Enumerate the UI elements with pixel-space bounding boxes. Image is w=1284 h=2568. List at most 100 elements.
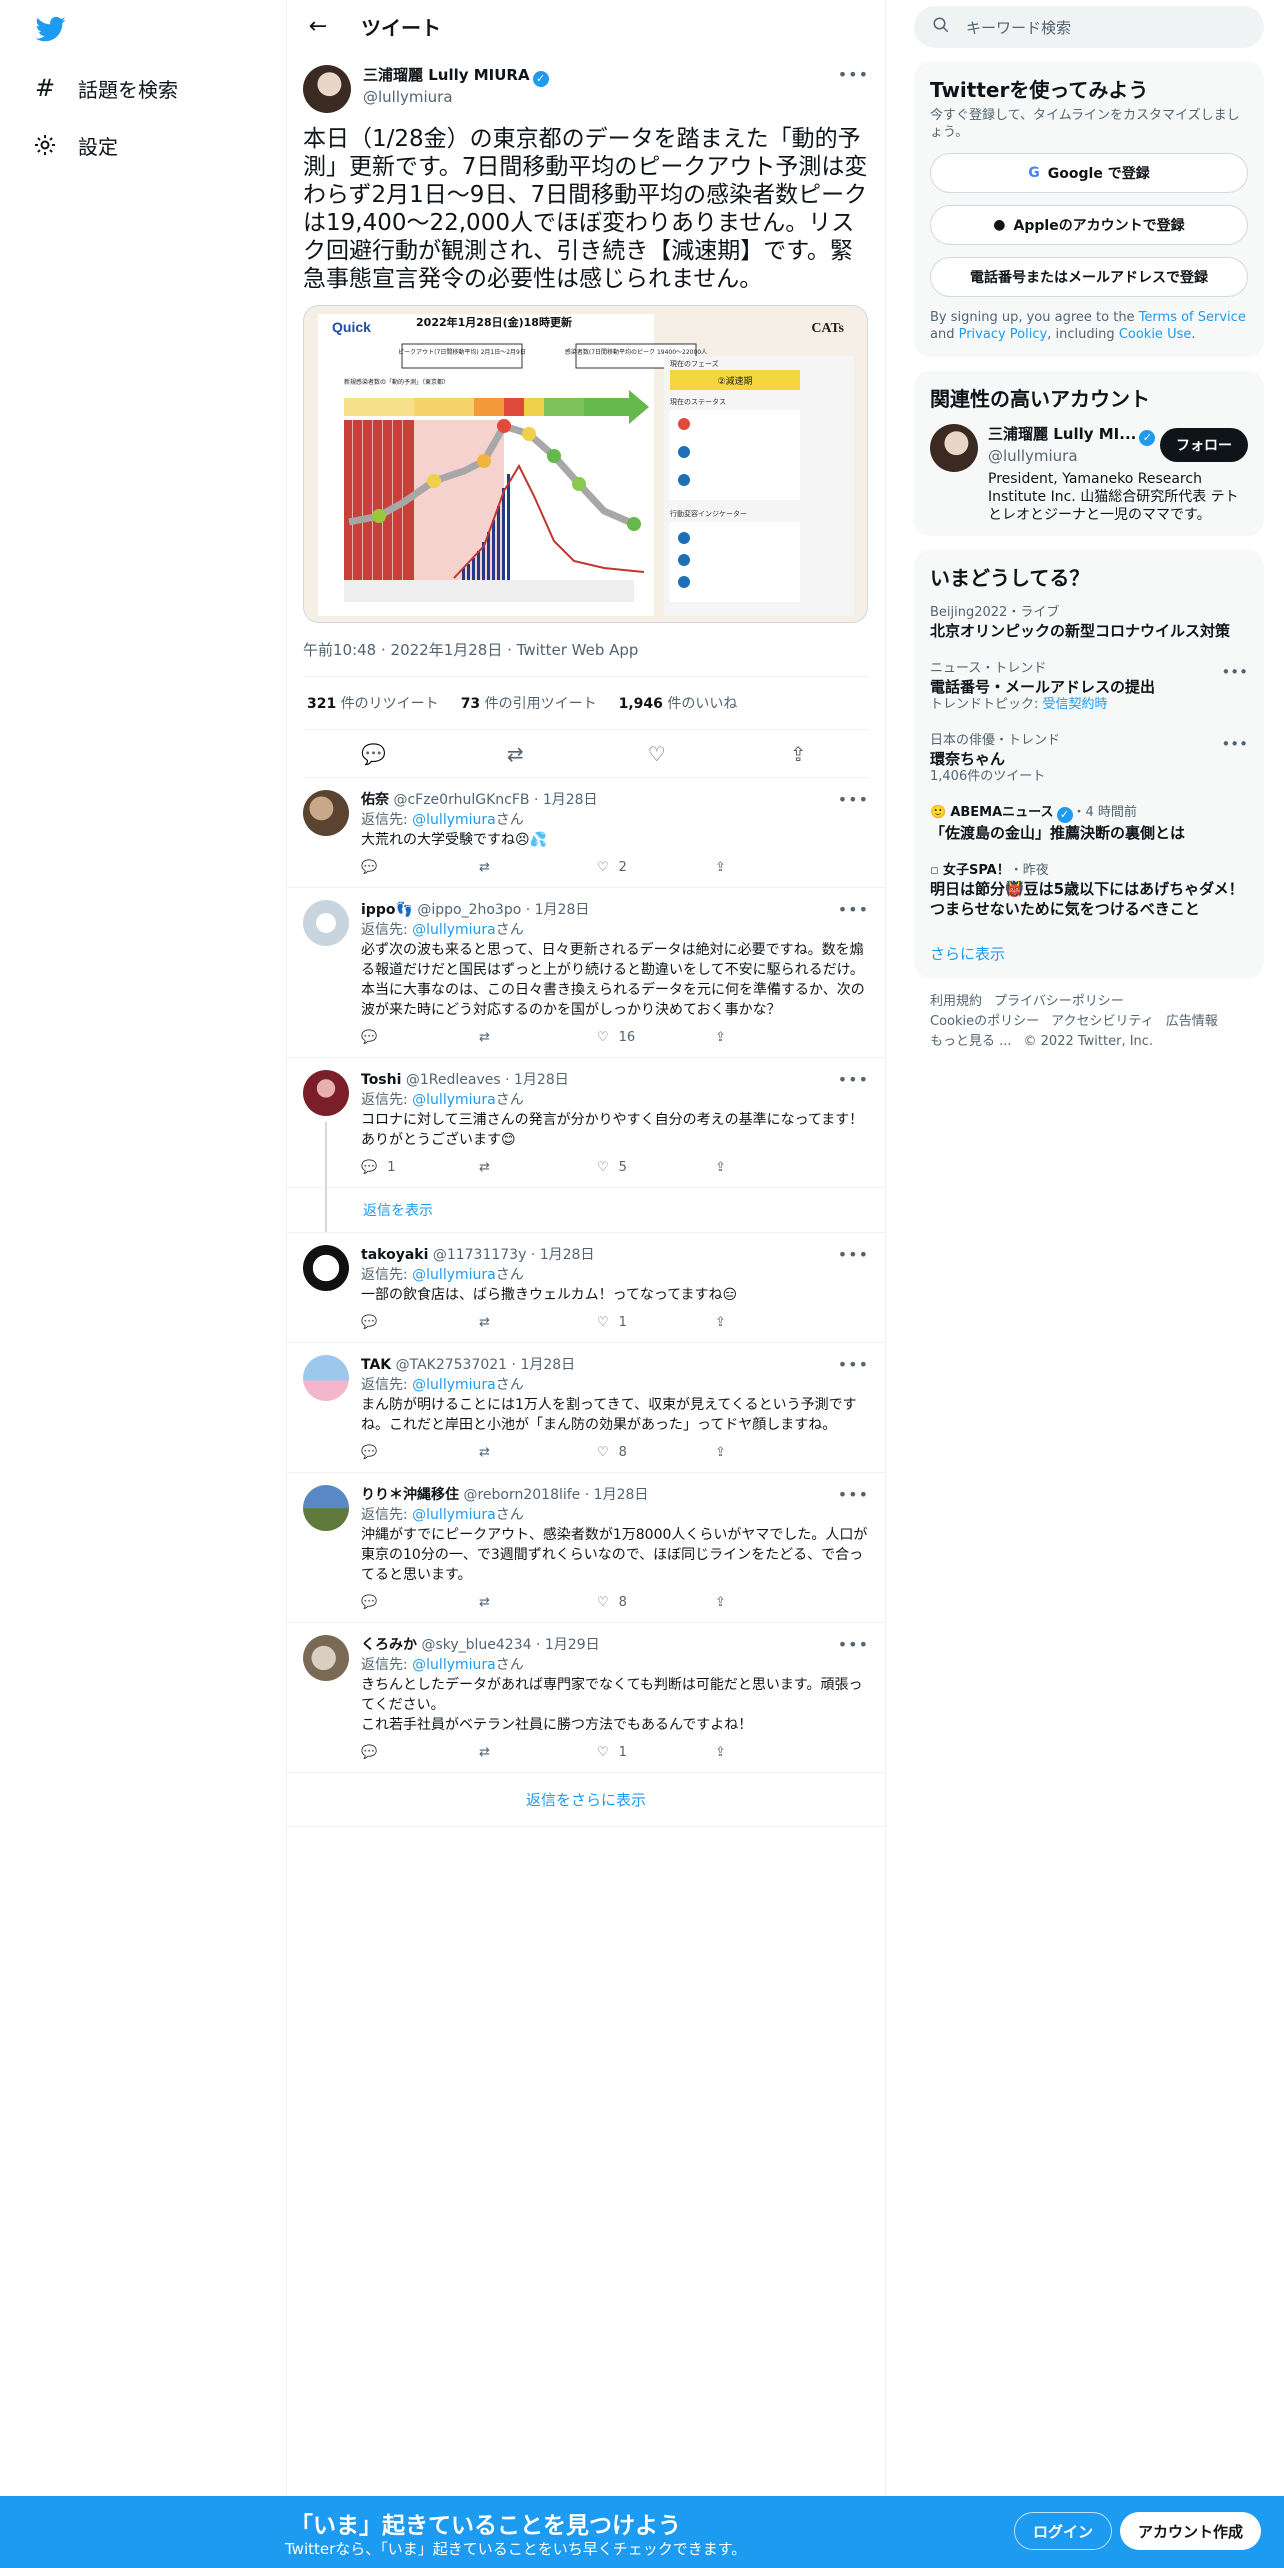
reply-to-link[interactable]: @lullymiura bbox=[412, 1267, 496, 1283]
footer-link[interactable]: もっと見る ... bbox=[930, 1034, 1012, 1049]
nav-explore[interactable]: # 話題を検索 bbox=[32, 68, 178, 108]
reply-button[interactable]: 💬 bbox=[361, 1745, 479, 1760]
terms-link[interactable]: Terms of Service bbox=[1139, 310, 1246, 325]
nav-settings[interactable]: 設定 bbox=[32, 125, 118, 165]
related-account[interactable]: 三浦瑠麗 Lully MI... ✓ @lullymiura フォロー Presi… bbox=[914, 416, 1264, 536]
more-options-icon[interactable]: ••• bbox=[838, 1485, 869, 1505]
more-options-icon[interactable]: ••• bbox=[838, 1355, 869, 1375]
author-display-name[interactable]: 三浦瑠麗 Lully MIURA bbox=[363, 66, 530, 84]
more-options-icon[interactable]: ••• bbox=[838, 900, 869, 920]
tweet-timestamp[interactable]: 午前10:48 · 2022年1月28日 · Twitter Web App bbox=[303, 623, 869, 677]
cookie-link[interactable]: Cookie Use bbox=[1119, 327, 1192, 342]
reply-to-link[interactable]: @lullymiura bbox=[412, 812, 496, 828]
avatar[interactable] bbox=[930, 424, 978, 472]
reply-button[interactable]: 💬 bbox=[361, 1315, 479, 1330]
retweet-button[interactable]: ⇄ bbox=[479, 1160, 597, 1175]
reply-date[interactable]: · 1月28日 bbox=[505, 1072, 569, 1088]
related-name[interactable]: 三浦瑠麗 Lully MI... bbox=[988, 425, 1136, 443]
reply-tweet[interactable]: くろみか @sky_blue4234 · 1月29日 ••• 返信先: @lully… bbox=[287, 1623, 885, 1773]
footer-link[interactable]: 利用規約 bbox=[930, 994, 982, 1009]
reply-author-name[interactable]: TAK bbox=[361, 1357, 391, 1373]
show-more-trends-link[interactable]: さらに表示 bbox=[914, 929, 1264, 978]
reply-to-link[interactable]: @lullymiura bbox=[412, 922, 496, 938]
footer-link[interactable]: プライバシーポリシー bbox=[994, 994, 1124, 1009]
follow-button[interactable]: フォロー bbox=[1160, 428, 1248, 462]
trend-item[interactable]: Beijing2022・ライブ 北京オリンピックの新型コロナウイルス対策 bbox=[914, 595, 1264, 651]
reply-date[interactable]: · 1月28日 bbox=[512, 1357, 576, 1373]
more-options-icon[interactable]: ••• bbox=[838, 65, 869, 84]
retweet-button[interactable]: ⇄ bbox=[479, 1315, 597, 1330]
share-button[interactable]: ⇪ bbox=[715, 1315, 833, 1330]
avatar[interactable] bbox=[303, 790, 349, 836]
reply-date[interactable]: · 1月28日 bbox=[531, 1247, 595, 1263]
reply-author-handle[interactable]: @sky_blue4234 bbox=[421, 1637, 531, 1653]
reply-author-name[interactable]: りり＊沖縄移住 bbox=[361, 1487, 459, 1503]
retweet-count[interactable]: 321 件のリツイート bbox=[307, 693, 439, 713]
more-options-icon[interactable]: ••• bbox=[838, 1635, 869, 1655]
reply-tweet[interactable]: takoyaki @11731173y · 1月28日 ••• 返信先: @lull… bbox=[287, 1233, 885, 1343]
reply-author-name[interactable]: くろみか bbox=[361, 1637, 417, 1653]
reply-button[interactable]: 💬 bbox=[361, 1030, 479, 1045]
like-button[interactable]: ♡ 2 bbox=[597, 860, 715, 875]
avatar[interactable] bbox=[303, 1635, 349, 1681]
more-options-icon[interactable]: ••• bbox=[838, 1245, 869, 1265]
retweet-icon[interactable]: ⇄ bbox=[495, 742, 535, 766]
search-input[interactable]: キーワード検索 bbox=[966, 17, 1071, 38]
reply-date[interactable]: · 1月28日 bbox=[534, 792, 598, 808]
more-options-icon[interactable]: ••• bbox=[1221, 735, 1248, 753]
share-icon[interactable]: ⇪ bbox=[778, 742, 818, 766]
like-button[interactable]: ♡ 1 bbox=[597, 1315, 715, 1330]
retweet-button[interactable]: ⇄ bbox=[479, 1595, 597, 1610]
reply-author-handle[interactable]: @TAK27537021 bbox=[396, 1357, 507, 1373]
reply-button[interactable]: 💬 bbox=[361, 1445, 479, 1460]
reply-tweet[interactable]: Toshi @1Redleaves · 1月28日 ••• 返信先: @lullym… bbox=[287, 1058, 885, 1232]
reply-author-name[interactable]: Toshi bbox=[361, 1072, 401, 1088]
reply-to-link[interactable]: @lullymiura bbox=[412, 1377, 496, 1393]
more-options-icon[interactable]: ••• bbox=[838, 1070, 869, 1090]
reply-author-name[interactable]: takoyaki bbox=[361, 1247, 428, 1263]
login-button[interactable]: ログイン bbox=[1014, 2512, 1113, 2550]
footer-link[interactable]: Cookieのポリシー bbox=[930, 1014, 1039, 1029]
apple-signup-button[interactable]: ● Appleのアカウントで登録 bbox=[930, 205, 1248, 245]
retweet-button[interactable]: ⇄ bbox=[479, 1445, 597, 1460]
show-replies-link[interactable]: 返信を表示 bbox=[287, 1188, 885, 1233]
retweet-button[interactable]: ⇄ bbox=[479, 1745, 597, 1760]
like-button[interactable]: ♡ 16 bbox=[597, 1030, 715, 1045]
retweet-button[interactable]: ⇄ bbox=[479, 860, 597, 875]
quote-count[interactable]: 73 件の引用ツイート bbox=[461, 693, 597, 713]
reply-date[interactable]: · 1月28日 bbox=[585, 1487, 649, 1503]
trend-topic-link[interactable]: 受信契約時 bbox=[1043, 697, 1108, 712]
share-button[interactable]: ⇪ bbox=[715, 1445, 833, 1460]
reply-author-handle[interactable]: @ippo_2ho3po bbox=[417, 902, 521, 918]
avatar[interactable] bbox=[303, 900, 349, 946]
tweet-image[interactable]: Quick 2022年1月28日(金)18時更新 CATs ピークアウト(7日間… bbox=[303, 305, 868, 623]
trend-item[interactable]: 🙂 ABEMAニュース ✓ ・4 時間前 「佐渡島の金山」推薦決断の裏側とは bbox=[914, 795, 1264, 853]
reply-button[interactable]: 💬 1 bbox=[361, 1160, 479, 1175]
create-account-button[interactable]: アカウント作成 bbox=[1120, 2512, 1262, 2550]
avatar[interactable] bbox=[303, 1355, 349, 1401]
reply-date[interactable]: · 1月28日 bbox=[526, 902, 590, 918]
reply-author-handle[interactable]: @11731173y bbox=[433, 1247, 527, 1263]
phone-signup-button[interactable]: 電話番号またはメールアドレスで登録 bbox=[930, 257, 1248, 297]
like-button[interactable]: ♡ 1 bbox=[597, 1745, 715, 1760]
avatar[interactable] bbox=[303, 1485, 349, 1531]
avatar[interactable] bbox=[303, 1245, 349, 1291]
reply-to-link[interactable]: @lullymiura bbox=[412, 1092, 496, 1108]
reply-to-link[interactable]: @lullymiura bbox=[412, 1657, 496, 1673]
reply-author-name[interactable]: 佑奈 bbox=[361, 792, 389, 808]
search-box[interactable]: キーワード検索 bbox=[914, 6, 1264, 48]
share-button[interactable]: ⇪ bbox=[715, 1595, 833, 1610]
back-arrow-icon[interactable]: ← bbox=[301, 10, 335, 44]
like-button[interactable]: ♡ 8 bbox=[597, 1595, 715, 1610]
reply-tweet[interactable]: りり＊沖縄移住 @reborn2018life · 1月28日 ••• 返信先: @… bbox=[287, 1473, 885, 1623]
reply-date[interactable]: · 1月29日 bbox=[536, 1637, 600, 1653]
more-options-icon[interactable]: ••• bbox=[1221, 663, 1248, 681]
author-handle[interactable]: @lullymiura bbox=[363, 87, 838, 107]
trend-item[interactable]: ▫ 女子SPA！・昨夜 明日は節分👹豆は5歳以下にはあげちゃダメ！つまらせないた… bbox=[914, 853, 1264, 929]
reply-button[interactable]: 💬 bbox=[361, 860, 479, 875]
reply-tweet[interactable]: 佑奈 @cFze0rhulGKncFB · 1月28日 ••• 返信先: @lull… bbox=[287, 778, 885, 888]
reply-to-link[interactable]: @lullymiura bbox=[412, 1507, 496, 1523]
trend-item[interactable]: ニュース・トレンド 電話番号・メールアドレスの提出 トレンドトピック: 受信契約… bbox=[914, 651, 1264, 723]
reply-author-handle[interactable]: @reborn2018life bbox=[463, 1487, 580, 1503]
footer-link[interactable]: 広告情報 bbox=[1166, 1014, 1218, 1029]
